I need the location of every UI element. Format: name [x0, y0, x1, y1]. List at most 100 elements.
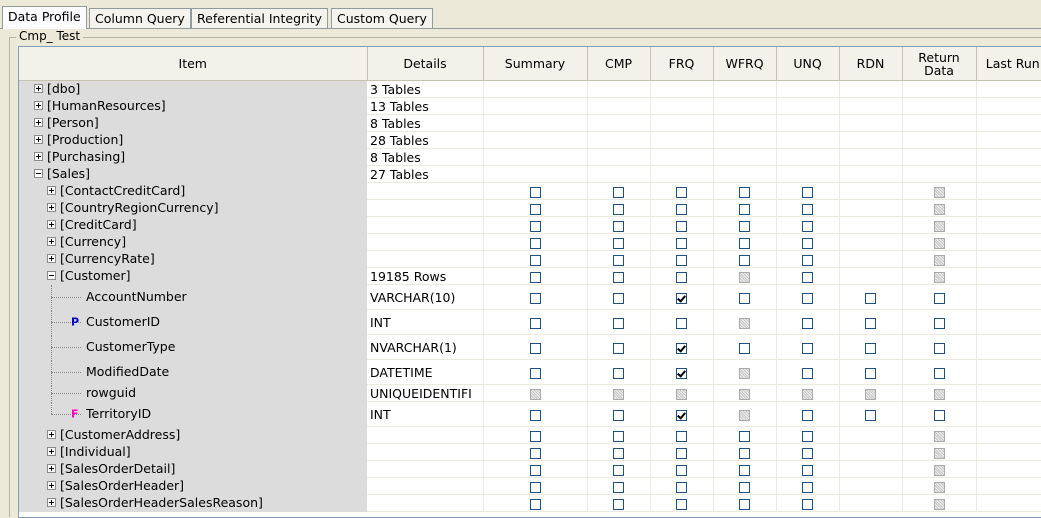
table-row[interactable]: [ContactCreditCard] [19, 182, 1041, 200]
return-data-checkbox[interactable] [933, 342, 945, 354]
table-row[interactable]: ModifiedDate DATETIME [19, 359, 1041, 385]
col-header-return-data[interactable]: Return Data [902, 47, 977, 81]
wfrq-checkbox[interactable] [739, 481, 750, 493]
wfrq-checkbox[interactable] [739, 186, 750, 198]
tree-item-label[interactable]: CustomerType [86, 340, 175, 354]
table-row[interactable]: [Currency] [19, 233, 1041, 251]
frq-checkbox[interactable] [676, 430, 687, 442]
expand-icon[interactable] [34, 118, 43, 127]
expand-icon[interactable] [47, 464, 56, 473]
expand-icon[interactable] [34, 135, 43, 144]
frq-checkbox[interactable] [676, 292, 687, 304]
cmp-checkbox[interactable] [613, 342, 624, 354]
tree-item-label[interactable]: [Currency] [60, 235, 126, 249]
frq-checkbox[interactable] [676, 186, 687, 198]
unq-checkbox[interactable] [802, 292, 813, 304]
unq-checkbox[interactable] [802, 430, 813, 442]
frq-checkbox[interactable] [676, 498, 687, 510]
col-header-last-run[interactable]: Last Run [976, 47, 1041, 81]
rdn-checkbox[interactable] [865, 292, 876, 304]
cmp-checkbox[interactable] [613, 447, 624, 459]
expand-icon[interactable] [47, 186, 56, 195]
summary-checkbox[interactable] [529, 220, 541, 232]
tree-item-label[interactable]: [HumanResources] [47, 99, 166, 113]
summary-checkbox[interactable] [529, 342, 541, 354]
unq-checkbox[interactable] [802, 317, 813, 329]
tree-item-label[interactable]: [CreditCard] [60, 218, 137, 232]
tree-item-label[interactable]: [Individual] [60, 445, 131, 459]
frq-checkbox[interactable] [676, 481, 687, 493]
frq-checkbox[interactable] [676, 367, 687, 379]
summary-checkbox[interactable] [529, 447, 541, 459]
cmp-checkbox[interactable] [613, 367, 624, 379]
tree-item-label[interactable]: [SalesOrderDetail] [60, 462, 175, 476]
tab-data-profile[interactable]: Data Profile [2, 6, 87, 29]
col-header-wfrq[interactable]: WFRQ [713, 47, 777, 81]
summary-checkbox[interactable] [529, 430, 541, 442]
summary-checkbox[interactable] [529, 464, 541, 476]
tree-item-label[interactable]: [Person] [47, 116, 99, 130]
return-data-checkbox[interactable] [933, 317, 945, 329]
col-header-rdn[interactable]: RDN [839, 47, 903, 81]
unq-checkbox[interactable] [802, 498, 813, 510]
unq-checkbox[interactable] [802, 464, 813, 476]
wfrq-checkbox[interactable] [739, 430, 750, 442]
tree-item-label[interactable]: [CustomerAddress] [60, 428, 180, 442]
tree-item-label[interactable]: [dbo] [47, 82, 80, 96]
summary-checkbox[interactable] [529, 498, 541, 510]
unq-checkbox[interactable] [802, 481, 813, 493]
frq-checkbox[interactable] [676, 220, 687, 232]
wfrq-checkbox[interactable] [739, 342, 750, 354]
wfrq-checkbox[interactable] [739, 464, 750, 476]
expand-icon[interactable] [47, 220, 56, 229]
expand-icon[interactable] [47, 447, 56, 456]
summary-checkbox[interactable] [529, 367, 541, 379]
table-row[interactable]: [SalesOrderHeader] [19, 477, 1041, 495]
wfrq-checkbox[interactable] [739, 447, 750, 459]
summary-checkbox[interactable] [529, 203, 541, 215]
tree-item-label[interactable]: [Sales] [47, 167, 90, 181]
table-row[interactable]: [Purchasing] 8 Tables [19, 148, 1041, 166]
table-row[interactable]: [dbo] 3 Tables [19, 80, 1041, 98]
cmp-checkbox[interactable] [613, 237, 624, 249]
return-data-checkbox[interactable] [933, 292, 945, 304]
unq-checkbox[interactable] [802, 186, 813, 198]
col-header-frq[interactable]: FRQ [650, 47, 714, 81]
table-row[interactable]: F TerritoryID INT [19, 401, 1041, 427]
cmp-checkbox[interactable] [613, 271, 624, 283]
col-header-item[interactable]: Item [19, 47, 368, 81]
expand-icon[interactable] [47, 481, 56, 490]
cmp-checkbox[interactable] [613, 481, 624, 493]
summary-checkbox[interactable] [529, 292, 541, 304]
cmp-checkbox[interactable] [613, 203, 624, 215]
cmp-checkbox[interactable] [613, 292, 624, 304]
profile-grid[interactable]: Item Details Summary CMP FRQ WFRQ UNQ RD… [18, 46, 1041, 518]
tree-item-label[interactable]: AccountNumber [86, 290, 187, 304]
summary-checkbox[interactable] [529, 409, 541, 421]
expand-icon[interactable] [47, 254, 56, 263]
cmp-checkbox[interactable] [613, 498, 624, 510]
table-row[interactable]: [Customer] 19185 Rows [19, 267, 1041, 285]
rdn-checkbox[interactable] [865, 342, 876, 354]
summary-checkbox[interactable] [529, 317, 541, 329]
cmp-checkbox[interactable] [613, 430, 624, 442]
tree-item-label[interactable]: ModifiedDate [86, 365, 169, 379]
tree-item-label[interactable]: CustomerID [86, 315, 160, 329]
table-row[interactable]: [SalesOrderHeaderSalesReason] [19, 494, 1041, 512]
tree-item-label[interactable]: [Production] [47, 133, 123, 147]
summary-checkbox[interactable] [529, 481, 541, 493]
table-row[interactable]: AccountNumber VARCHAR(10) [19, 284, 1041, 310]
unq-checkbox[interactable] [802, 409, 813, 421]
collapse-icon[interactable] [47, 271, 56, 280]
table-row[interactable]: P CustomerID INT [19, 309, 1041, 335]
unq-checkbox[interactable] [802, 367, 813, 379]
return-data-checkbox[interactable] [933, 409, 945, 421]
table-row[interactable]: [SalesOrderDetail] [19, 460, 1041, 478]
tree-item-label[interactable]: [CurrencyRate] [60, 252, 155, 266]
unq-checkbox[interactable] [802, 271, 813, 283]
unq-checkbox[interactable] [802, 220, 813, 232]
unq-checkbox[interactable] [802, 447, 813, 459]
frq-checkbox[interactable] [676, 409, 687, 421]
table-row[interactable]: [CreditCard] [19, 216, 1041, 234]
frq-checkbox[interactable] [676, 254, 687, 266]
